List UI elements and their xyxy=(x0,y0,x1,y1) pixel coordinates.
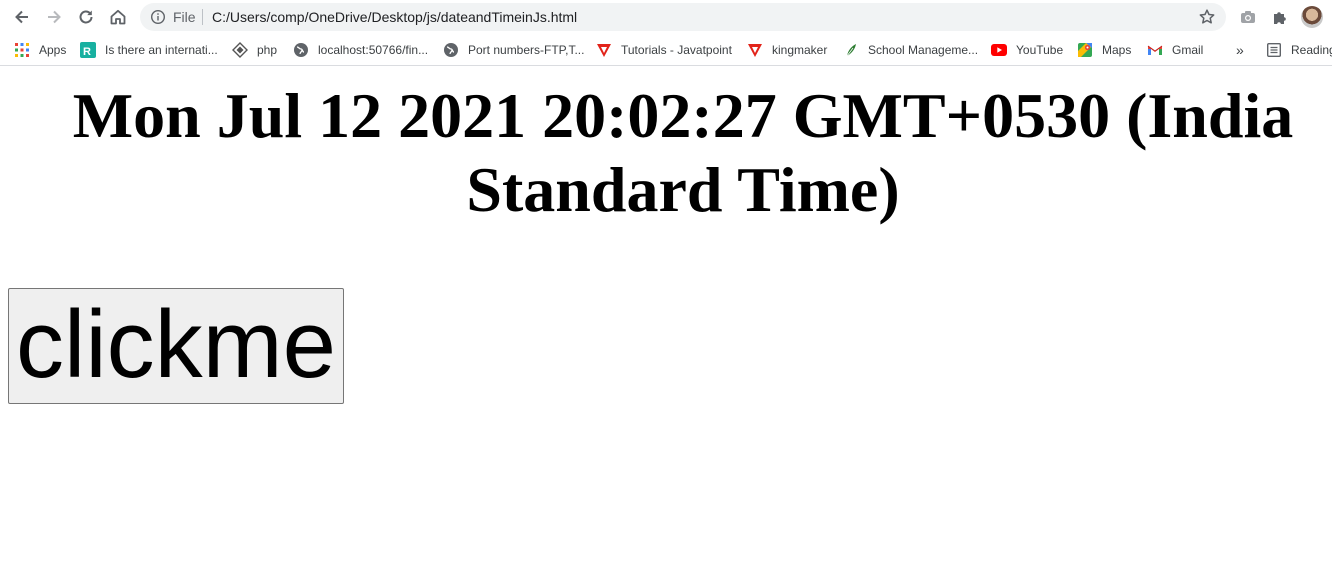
bookmark-port-numbers[interactable]: Port numbers-FTP,T... xyxy=(443,41,584,59)
bookmark-label: localhost:50766/fin... xyxy=(318,43,429,57)
php-favicon-icon xyxy=(232,42,248,58)
reading-list-label: Reading xyxy=(1291,43,1332,57)
bookmark-label: YouTube xyxy=(1016,43,1064,57)
globe-icon xyxy=(443,42,459,58)
bookmark-school-management[interactable]: School Manageme... xyxy=(843,41,978,59)
bookmark-kingmaker[interactable]: kingmaker xyxy=(747,41,827,59)
profile-avatar[interactable] xyxy=(1301,6,1323,28)
url-text[interactable]: C:/Users/comp/OneDrive/Desktop/js/datean… xyxy=(212,9,577,25)
bookmark-label: Tutorials - Javatpoint xyxy=(621,43,732,57)
bookmark-javatpoint[interactable]: Tutorials - Javatpoint xyxy=(596,41,732,59)
bookmark-apps[interactable]: Apps xyxy=(14,41,66,59)
bookmark-label: kingmaker xyxy=(772,43,828,57)
reading-list-icon xyxy=(1266,42,1282,58)
datetime-heading: Mon Jul 12 2021 20:02:27 GMT+0530 (India… xyxy=(72,80,1294,225)
bookmarks-overflow-button[interactable]: » xyxy=(1236,41,1244,59)
globe-icon xyxy=(293,42,309,58)
bookmarks-bar: Apps R Is there an internati... php loca… xyxy=(0,34,1332,66)
bookmark-label: Port numbers-FTP,T... xyxy=(468,43,585,57)
svg-text:R: R xyxy=(83,46,91,58)
apps-grid-icon xyxy=(14,42,30,58)
home-icon[interactable] xyxy=(106,5,130,29)
bookmark-youtube[interactable]: YouTube xyxy=(991,41,1063,59)
info-icon[interactable] xyxy=(150,9,166,25)
bookmark-internati[interactable]: R Is there an internati... xyxy=(80,41,218,59)
page-content: Mon Jul 12 2021 20:02:27 GMT+0530 (India… xyxy=(0,67,1332,580)
scheme-label: File xyxy=(173,9,196,25)
bookmark-label: Gmail xyxy=(1172,43,1204,57)
gmail-icon xyxy=(1147,42,1163,58)
address-divider xyxy=(202,9,203,25)
bookmark-star-icon[interactable] xyxy=(1198,8,1216,26)
bookmark-php[interactable]: php xyxy=(232,41,277,59)
maps-icon xyxy=(1077,42,1093,58)
address-bar[interactable]: File C:/Users/comp/OneDrive/Desktop/js/d… xyxy=(140,3,1226,31)
extensions-puzzle-icon[interactable] xyxy=(1269,6,1291,28)
bookmark-label: php xyxy=(257,43,278,57)
bookmark-label: School Manageme... xyxy=(868,43,979,57)
reload-icon[interactable] xyxy=(74,5,98,29)
reading-list-button[interactable]: Reading xyxy=(1266,41,1332,59)
r-favicon-icon: R xyxy=(80,42,96,58)
bookmark-label: Apps xyxy=(39,43,67,57)
bookmark-label: Is there an internati... xyxy=(105,43,218,57)
bookmark-gmail[interactable]: Gmail xyxy=(1147,41,1203,59)
javatpoint-favicon-icon xyxy=(747,42,763,58)
bookmark-localhost[interactable]: localhost:50766/fin... xyxy=(293,41,428,59)
bookmark-label: Maps xyxy=(1102,43,1132,57)
camera-extension-icon[interactable] xyxy=(1237,6,1259,28)
forward-arrow-icon[interactable] xyxy=(42,5,66,29)
clickme-button[interactable]: clickme xyxy=(8,288,344,404)
youtube-icon xyxy=(991,42,1007,58)
back-arrow-icon[interactable] xyxy=(10,5,34,29)
leaf-favicon-icon xyxy=(843,42,859,58)
javatpoint-favicon-icon xyxy=(596,42,612,58)
browser-toolbar: File C:/Users/comp/OneDrive/Desktop/js/d… xyxy=(0,0,1332,34)
bookmark-maps[interactable]: Maps xyxy=(1077,41,1131,59)
